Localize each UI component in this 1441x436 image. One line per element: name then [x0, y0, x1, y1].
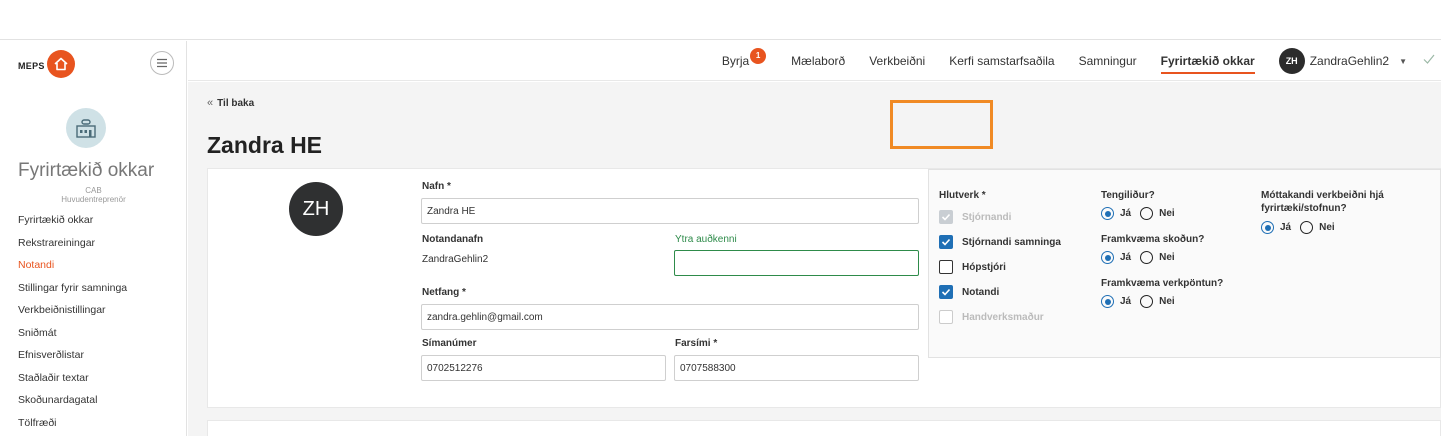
- work-order-question-label: Framkvæma verkpöntun?: [1101, 278, 1224, 289]
- contact-radio-group: Já Nei: [1101, 207, 1175, 220]
- sidebar-item-user[interactable]: Notandi: [18, 258, 127, 281]
- check-icon: [1423, 54, 1435, 64]
- user-avatar: ZH: [1278, 48, 1305, 74]
- checkbox: [939, 310, 953, 324]
- external-id-label: Ytra auðkenni: [675, 234, 737, 245]
- email-label: Netfang *: [422, 287, 466, 298]
- role-contract-admin[interactable]: Stjórnandi samninga: [939, 235, 1061, 249]
- browser-top-strip: [0, 0, 1441, 40]
- work-order-no-radio[interactable]: [1140, 295, 1154, 308]
- mobile-label: Farsími *: [675, 338, 718, 349]
- sidebar-item-material-price-lists[interactable]: Efnisverðlistar: [18, 348, 127, 371]
- company-role: Huvudentreprenör: [61, 195, 126, 204]
- company-name: Fyrirtækið okkar: [18, 160, 155, 181]
- sidebar-item-contract-settings[interactable]: Stillingar fyrir samninga: [18, 281, 127, 304]
- username-label: Notandanafn: [422, 234, 484, 245]
- sidebar-item-our-company[interactable]: Fyrirtækið okkar: [18, 213, 127, 236]
- phone-input[interactable]: [421, 355, 666, 381]
- checkbox[interactable]: [939, 235, 953, 249]
- sidebar-item-standard-texts[interactable]: Staðlaðir textar: [18, 371, 127, 394]
- mobile-input[interactable]: [674, 355, 919, 381]
- role-administrator: Stjórnandi: [939, 210, 1011, 224]
- sidebar-item-business-units[interactable]: Rekstrareiningar: [18, 236, 127, 259]
- phone-label: Símanúmer: [422, 338, 477, 349]
- hamburger-menu-icon[interactable]: [150, 51, 174, 75]
- checkbox: [939, 210, 953, 224]
- recipient-question-label-2: fyrirtæki/stofnun?: [1261, 203, 1347, 214]
- top-bar: Byrja 1 Mælaborð Verkbeiðni Kerfi samstar…: [188, 41, 1441, 81]
- sidebar-item-statistics[interactable]: Tölfræði: [18, 416, 127, 436]
- nav-our-company[interactable]: Fyrirtækið okkar: [1160, 41, 1255, 81]
- secondary-card: [207, 420, 1441, 436]
- sidebar-nav: Fyrirtækið okkar Rekstrareiningar Notand…: [18, 213, 127, 436]
- double-chevron-left-icon: «: [207, 97, 214, 109]
- work-order-yes-radio[interactable]: [1101, 295, 1114, 308]
- roles-panel: Hlutverk * Stjórnandi Stjórnandi samning…: [928, 169, 1441, 358]
- work-order-radio-group: Já Nei: [1101, 295, 1175, 308]
- company-building-icon: [66, 108, 106, 148]
- user-avatar-large: ZH: [289, 182, 343, 236]
- role-craftsman: Handverksmaður: [939, 310, 1044, 324]
- contact-question-label: Tengiliður?: [1101, 190, 1155, 201]
- nav-work-order[interactable]: Verkbeiðni: [869, 41, 925, 81]
- nav-start[interactable]: Byrja 1: [722, 41, 767, 81]
- highlight-annotation: [890, 100, 993, 149]
- notification-badge: 1: [750, 48, 767, 64]
- main-content: «Til baka Zandra HE ZH Nafn * Notandanaf…: [188, 82, 1441, 436]
- role-group-manager[interactable]: Hópstjóri: [939, 260, 1006, 274]
- username-value: ZandraGehlin2: [422, 254, 489, 265]
- sidebar-item-work-order-settings[interactable]: Verkbeiðnistillingar: [18, 303, 127, 326]
- user-menu[interactable]: ZH ZandraGehlin2 ▼: [1278, 48, 1407, 74]
- nav-contract[interactable]: Samningur: [1079, 41, 1137, 81]
- inspection-radio-group: Já Nei: [1101, 251, 1175, 264]
- contact-no-radio[interactable]: [1140, 207, 1154, 220]
- role-user[interactable]: Notandi: [939, 285, 999, 299]
- sidebar-item-inspection-calendar[interactable]: Skoðunardagatal: [18, 393, 127, 416]
- top-nav: Byrja 1 Mælaborð Verkbeiðni Kerfi samstar…: [722, 41, 1441, 81]
- inspection-yes-radio[interactable]: [1101, 251, 1114, 264]
- user-form-card: ZH Nafn * Notandanafn ZandraGehlin2 Ytra…: [207, 168, 1441, 408]
- email-input[interactable]: [421, 304, 919, 330]
- roles-label: Hlutverk *: [939, 190, 986, 201]
- recipient-no-radio[interactable]: [1300, 221, 1314, 234]
- chevron-down-icon: ▼: [1399, 56, 1407, 66]
- sidebar: MEPS Fyrirtækið okkar CAB Huvudentrepren…: [0, 41, 187, 436]
- nav-dashboard[interactable]: Mælaborð: [791, 41, 845, 81]
- name-input[interactable]: [421, 198, 919, 224]
- back-link[interactable]: «Til baka: [207, 97, 254, 109]
- name-label: Nafn *: [422, 181, 451, 192]
- inspection-question-label: Framkvæma skoðun?: [1101, 234, 1205, 245]
- nav-partner-system[interactable]: Kerfi samstarfsaðila: [949, 41, 1054, 81]
- company-code: CAB: [85, 186, 102, 195]
- recipient-radio-group: Já Nei: [1261, 221, 1335, 234]
- recipient-yes-radio[interactable]: [1261, 221, 1274, 234]
- home-logo-icon[interactable]: [47, 50, 75, 78]
- contact-yes-radio[interactable]: [1101, 207, 1114, 220]
- checkbox[interactable]: [939, 285, 953, 299]
- sidebar-item-templates[interactable]: Sniðmát: [18, 326, 127, 349]
- page-title: Zandra HE: [207, 132, 323, 158]
- inspection-no-radio[interactable]: [1140, 251, 1154, 264]
- checkbox[interactable]: [939, 260, 953, 274]
- user-name: ZandraGehlin2: [1309, 54, 1390, 68]
- recipient-question-label-1: Móttakandi verkbeiðni hjá: [1261, 190, 1384, 201]
- external-id-input[interactable]: [674, 250, 919, 276]
- brand-text: MEPS: [18, 61, 45, 71]
